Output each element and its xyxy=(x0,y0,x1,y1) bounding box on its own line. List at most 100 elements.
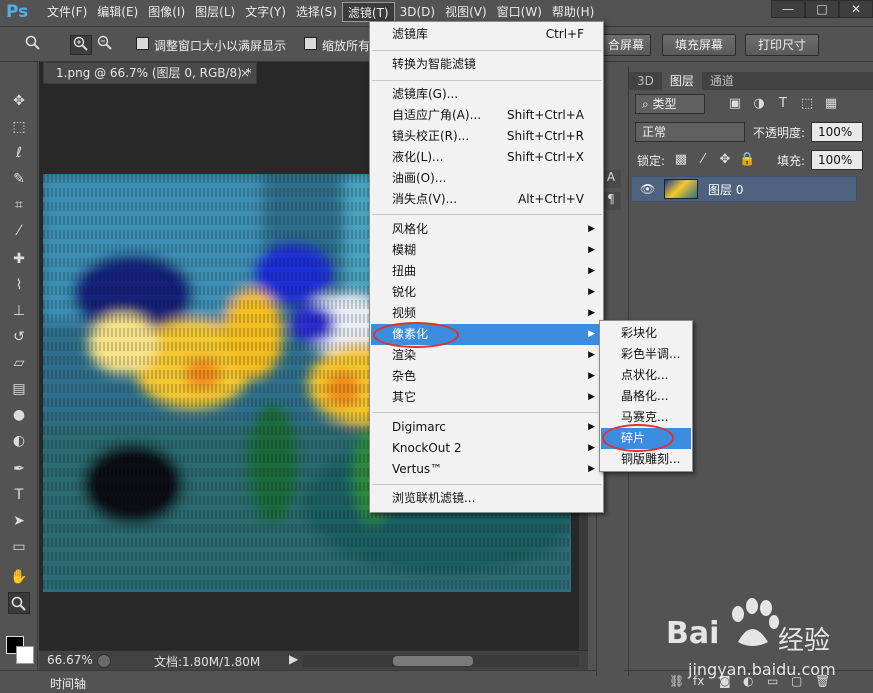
eraser-tool-icon[interactable]: ▱ xyxy=(8,352,30,374)
menu-item-distort[interactable]: 扭曲 ▶ xyxy=(371,261,602,282)
menu-item-lens-correction[interactable]: 镜头校正(R)... Shift+Ctrl+R xyxy=(371,126,602,147)
stamp-tool-icon[interactable]: ⊥ xyxy=(8,300,30,322)
pixel-filter-icon[interactable]: ▣ xyxy=(727,96,743,112)
lasso-tool-icon[interactable]: ℓ xyxy=(8,142,30,164)
marquee-tool-icon[interactable]: ⬚ xyxy=(8,116,30,138)
menu-item-browse-online-filters[interactable]: 浏览联机滤镜... xyxy=(371,488,602,509)
document-tab[interactable]: 1.png @ 66.7% (图层 0, RGB/8) * × xyxy=(43,62,257,84)
status-icon[interactable] xyxy=(97,654,111,668)
menu-file[interactable]: 文件(F) xyxy=(42,2,92,22)
maximize-button[interactable]: □ xyxy=(805,0,839,18)
brush-tool-icon[interactable]: ⌇ xyxy=(8,274,30,296)
adjustment-filter-icon[interactable]: ◑ xyxy=(751,96,767,112)
horizontal-scroll-thumb[interactable] xyxy=(393,656,473,666)
menu-item-render[interactable]: 渲染 ▶ xyxy=(371,345,602,366)
menu-item-vertus[interactable]: Vertus™ ▶ xyxy=(371,459,602,480)
menu-layer[interactable]: 图层(L) xyxy=(190,2,240,22)
shape-filter-icon[interactable]: ⬚ xyxy=(799,96,815,112)
type-filter-icon[interactable]: T xyxy=(775,96,791,112)
zoom-all-checkbox[interactable] xyxy=(304,37,317,50)
menu-item-vanishing-point[interactable]: 消失点(V)... Alt+Ctrl+V xyxy=(371,189,602,210)
menu-item-filter-gallery-last[interactable]: 滤镜库 Ctrl+F xyxy=(371,24,602,45)
crop-tool-icon[interactable]: ⌗ xyxy=(8,194,30,216)
zoom-out-icon[interactable] xyxy=(94,35,116,55)
menu-filter[interactable]: 滤镜(T) xyxy=(341,2,395,22)
history-brush-tool-icon[interactable]: ↺ xyxy=(8,326,30,348)
horizontal-scrollbar[interactable] xyxy=(303,655,579,667)
menu-window[interactable]: 窗口(W) xyxy=(492,2,547,22)
smart-object-filter-icon[interactable]: ▦ xyxy=(823,96,839,112)
move-tool-icon[interactable]: ✥ xyxy=(8,90,30,112)
submenu-item-mezzotint[interactable]: 铜版雕刻... xyxy=(601,449,691,470)
menu-item-adaptive-wide-angle[interactable]: 自适应广角(A)... Shift+Ctrl+A xyxy=(371,105,602,126)
healing-brush-tool-icon[interactable]: ✚ xyxy=(8,248,30,270)
pen-tool-icon[interactable]: ✒ xyxy=(8,458,30,480)
menu-item-video[interactable]: 视频 ▶ xyxy=(371,303,602,324)
lock-transparency-icon[interactable]: ▩ xyxy=(673,152,689,168)
zoom-tool-icon[interactable] xyxy=(8,592,30,614)
blend-mode-select[interactable]: 正常 xyxy=(635,122,745,142)
lock-image-icon[interactable]: ⁄ xyxy=(695,152,711,168)
menu-item-liquify[interactable]: 液化(L)... Shift+Ctrl+X xyxy=(371,147,602,168)
menu-item-stylize[interactable]: 风格化 ▶ xyxy=(371,219,602,240)
lock-position-icon[interactable]: ✥ xyxy=(717,152,733,168)
character-panel-icon[interactable]: A xyxy=(601,170,621,188)
menu-view[interactable]: 视图(V) xyxy=(440,2,492,22)
menu-item-filter-gallery[interactable]: 滤镜库(G)... xyxy=(371,84,602,105)
timeline-tab[interactable]: 时间轴 xyxy=(50,675,86,692)
tab-3d[interactable]: 3D xyxy=(629,72,662,90)
lock-all-icon[interactable]: 🔒 xyxy=(739,152,755,168)
menu-image[interactable]: 图像(I) xyxy=(143,2,190,22)
hand-tool-icon[interactable]: ✋ xyxy=(8,566,30,588)
dodge-tool-icon[interactable]: ◐ xyxy=(8,430,30,452)
eyedropper-tool-icon[interactable]: ⁄ xyxy=(8,220,30,242)
menu-item-knockout[interactable]: KnockOut 2 ▶ xyxy=(371,438,602,459)
fill-screen-button[interactable]: 填充屏幕 xyxy=(662,34,736,56)
menu-item-convert-smart-filter[interactable]: 转换为智能滤镜 xyxy=(371,54,602,75)
opacity-input[interactable]: 100% xyxy=(811,122,863,142)
menu-help[interactable]: 帮助(H) xyxy=(547,2,599,22)
menu-item-oil-paint[interactable]: 油画(O)... xyxy=(371,168,602,189)
menu-item-other[interactable]: 其它 ▶ xyxy=(371,387,602,408)
eye-icon[interactable]: 👁 xyxy=(640,182,655,196)
document-tab-close-icon[interactable]: × xyxy=(240,63,250,83)
zoom-tool-icon[interactable] xyxy=(22,35,44,55)
menu-edit[interactable]: 编辑(E) xyxy=(92,2,143,22)
paragraph-panel-icon[interactable]: ¶ xyxy=(601,192,621,210)
submenu-arrow-icon: ▶ xyxy=(588,245,595,255)
zoom-in-icon[interactable] xyxy=(70,35,92,55)
submenu-item-color-halftone[interactable]: 彩色半调... xyxy=(601,344,691,365)
menu-item-label: 浏览联机滤镜... xyxy=(392,491,476,505)
print-size-button[interactable]: 打印尺寸 xyxy=(745,34,819,56)
menu-item-sharpen[interactable]: 锐化 ▶ xyxy=(371,282,602,303)
path-select-tool-icon[interactable]: ➤ xyxy=(8,510,30,532)
tab-channels[interactable]: 通道 xyxy=(702,72,742,90)
shape-tool-icon[interactable]: ▭ xyxy=(8,536,30,558)
menu-item-digimarc[interactable]: Digimarc ▶ xyxy=(371,417,602,438)
type-tool-icon[interactable]: T xyxy=(8,484,30,506)
close-button[interactable]: ✕ xyxy=(839,0,873,18)
submenu-item-facet[interactable]: 彩块化 xyxy=(601,323,691,344)
menu-type[interactable]: 文字(Y) xyxy=(240,2,291,22)
quick-select-tool-icon[interactable]: ✎ xyxy=(8,168,30,190)
blur-tool-icon[interactable]: ● xyxy=(8,404,30,426)
zoom-level[interactable]: 66.67% xyxy=(47,653,93,667)
minimize-button[interactable]: — xyxy=(771,0,805,18)
menu-item-blur[interactable]: 模糊 ▶ xyxy=(371,240,602,261)
menu-item-noise[interactable]: 杂色 ▶ xyxy=(371,366,602,387)
watermark-brand-suffix: 经验 xyxy=(778,626,831,656)
layer-row[interactable]: 👁 图层 0 xyxy=(631,176,857,202)
background-color-swatch[interactable] xyxy=(16,646,34,664)
gradient-tool-icon[interactable]: ▤ xyxy=(8,378,30,400)
submenu-item-crystallize[interactable]: 晶格化... xyxy=(601,386,691,407)
submenu-item-pointillize[interactable]: 点状化... xyxy=(601,365,691,386)
menu-3d[interactable]: 3D(D) xyxy=(395,2,440,22)
fill-input[interactable]: 100% xyxy=(811,150,863,170)
status-menu-arrow-icon[interactable]: ▶ xyxy=(289,652,298,666)
photoshop-logo: Ps xyxy=(6,2,29,22)
layer-name[interactable]: 图层 0 xyxy=(708,181,743,198)
resize-window-checkbox[interactable] xyxy=(136,37,149,50)
tab-layers[interactable]: 图层 xyxy=(661,72,702,90)
menu-select[interactable]: 选择(S) xyxy=(291,2,342,22)
layer-kind-filter[interactable]: ⌕ 类型 xyxy=(635,94,705,114)
